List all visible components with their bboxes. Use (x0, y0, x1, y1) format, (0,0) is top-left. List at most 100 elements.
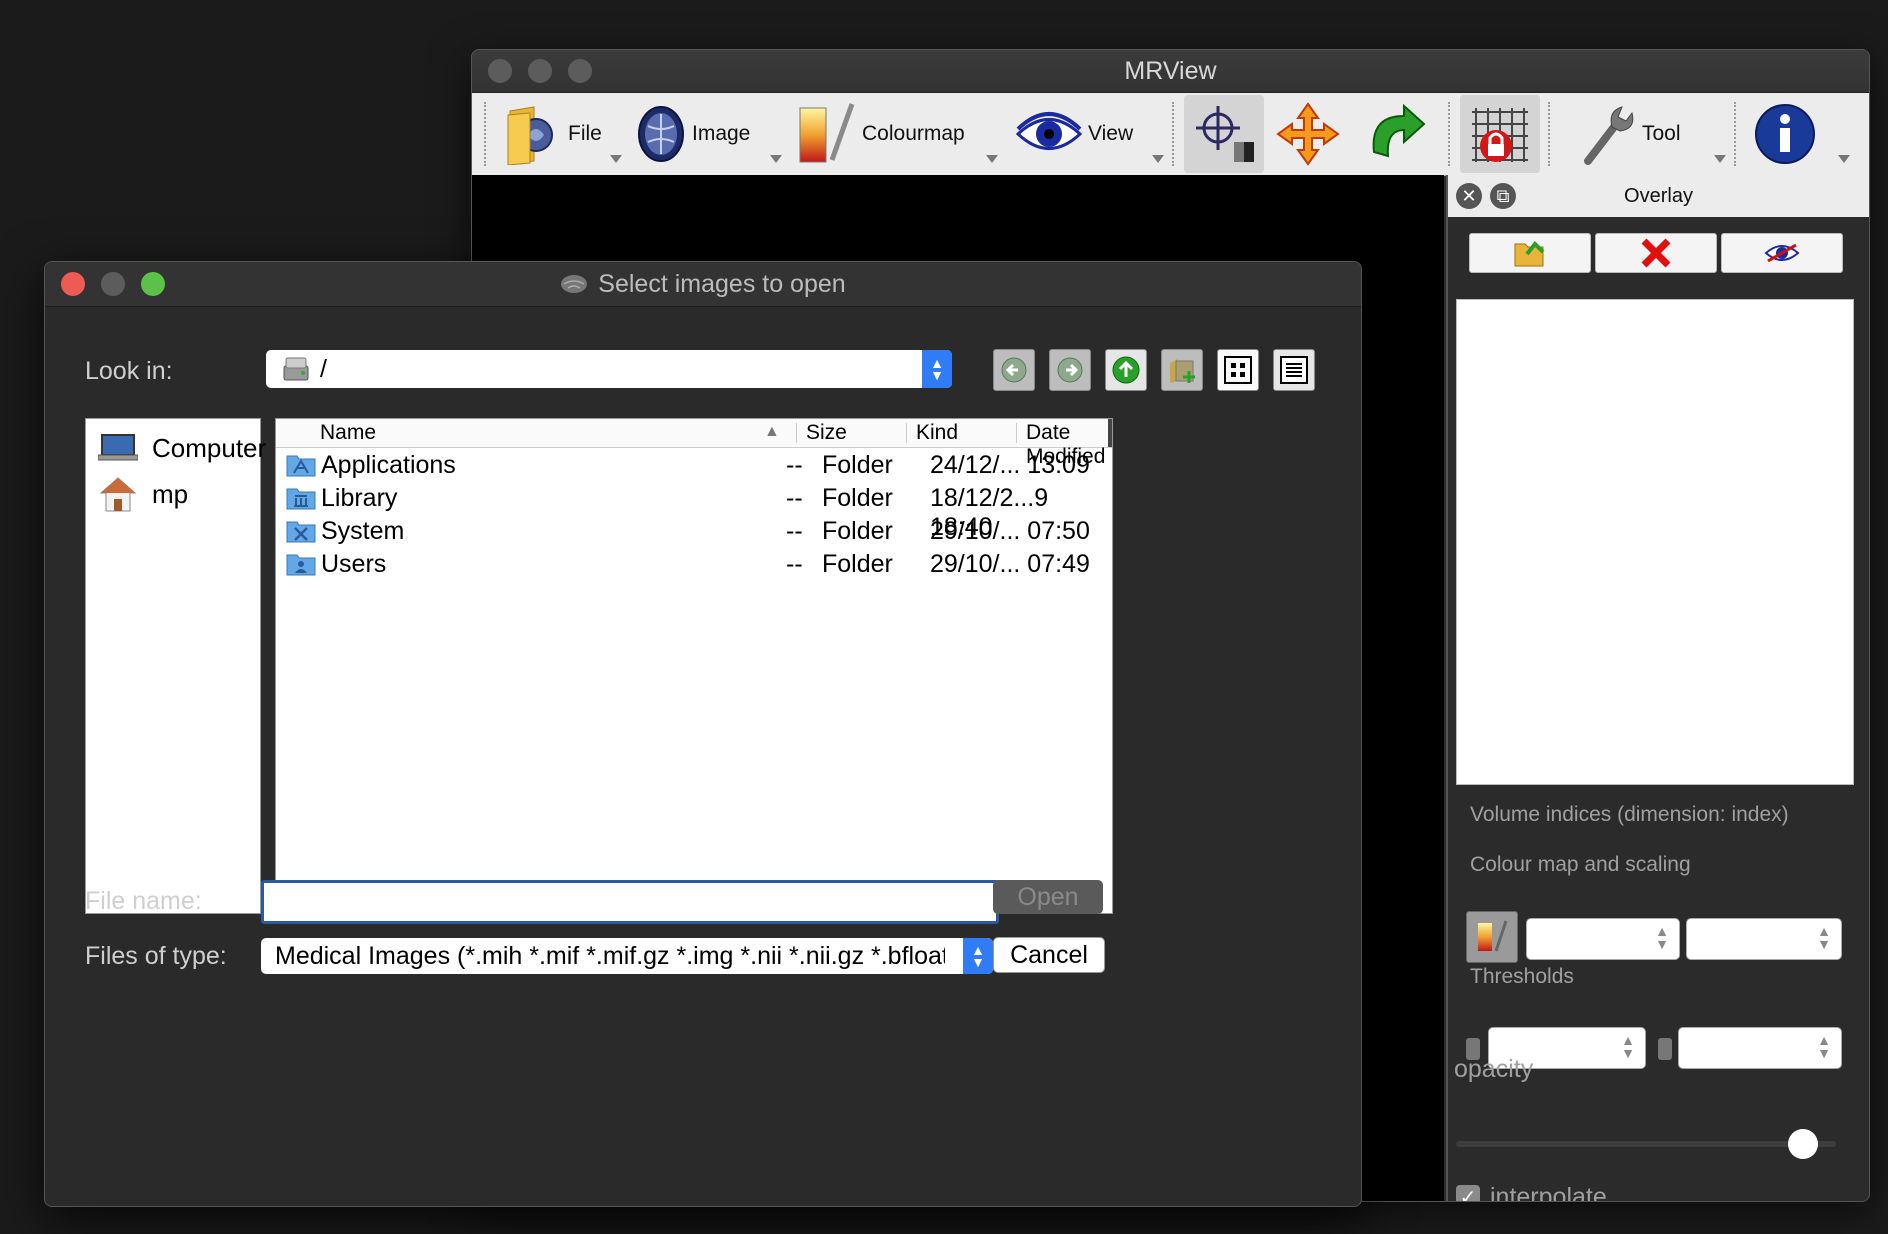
crosshair-icon (1196, 106, 1254, 162)
table-row[interactable]: Library -- Folder 18/12/2...9 18:40 (276, 481, 1112, 541)
brain-image-icon (638, 106, 684, 162)
file-name: System (321, 517, 405, 545)
hide-overlay-button[interactable] (1721, 233, 1843, 273)
file-list-view: Name ▲ Size Kind Date Modified Applicati… (275, 418, 1113, 914)
chevron-down-icon (1838, 155, 1850, 163)
files-of-type-label: Files of type: (85, 942, 227, 970)
file-kind: Folder (822, 451, 893, 479)
file-name: Library (321, 484, 398, 512)
crosshair-tool-button[interactable] (1184, 95, 1264, 173)
colourmap-menu-label: Colourmap (862, 122, 965, 145)
column-header-size[interactable]: Size (806, 421, 847, 445)
info-icon (1755, 104, 1815, 164)
upper-threshold-spinbox[interactable]: ▲ ▼ (1678, 1027, 1842, 1069)
open-overlay-button[interactable] (1469, 233, 1591, 273)
column-header-kind[interactable]: Kind (916, 421, 958, 445)
lock-grid-button[interactable] (1460, 95, 1540, 173)
pan-tool-button[interactable] (1264, 93, 1352, 175)
mrview-titlebar: MRView (472, 50, 1869, 93)
scaling-max-spinbox[interactable]: ▲ ▼ (1686, 918, 1842, 960)
interpolate-checkbox[interactable]: ✓ (1456, 1185, 1480, 1201)
new-folder-button[interactable] (1161, 349, 1203, 391)
overlay-header: ✕ ⧉ Overlay (1448, 175, 1869, 217)
colourmap-select-button[interactable] (1466, 911, 1518, 963)
library-folder-icon (286, 486, 316, 510)
file-name-input[interactable] (261, 880, 999, 924)
overlay-title: Overlay (1624, 184, 1693, 207)
file-date: 24/12/... 13:09 (930, 451, 1090, 479)
file-kind: Folder (822, 484, 893, 512)
look-in-label: Look in: (85, 357, 173, 385)
file-size: -- (786, 517, 803, 545)
file-list-header: Name ▲ Size Kind Date Modified (276, 419, 1112, 468)
table-row[interactable]: System -- Folder 29/10/... 07:50 (276, 514, 1112, 547)
overlay-list[interactable] (1456, 299, 1854, 785)
dialog-titlebar: Select images to open (45, 262, 1361, 307)
opacity-slider-handle[interactable] (1788, 1129, 1818, 1159)
files-of-type-value: Medical Images (*.mih *.mif *.mif.gz *.i… (275, 941, 945, 970)
thresholds-label: Thresholds (1470, 965, 1574, 988)
cancel-button[interactable]: Cancel (993, 937, 1105, 973)
open-button[interactable]: Open (993, 880, 1103, 914)
brain-icon (561, 275, 588, 293)
sidebar-item-label: Computer (152, 432, 267, 463)
move-arrows-icon (1276, 102, 1340, 166)
upper-threshold-checkbox[interactable] (1658, 1038, 1672, 1060)
chevron-down-icon (1714, 155, 1726, 163)
chevron-down-icon (770, 155, 782, 163)
toolbar-separator (1448, 102, 1452, 166)
rotate-tool-button[interactable] (1352, 93, 1440, 175)
file-menu-button[interactable]: File (496, 93, 622, 175)
select-images-dialog: Select images to open Look in: / ▲ ▼ Com… (44, 261, 1362, 1207)
opacity-slider-track[interactable] (1456, 1141, 1836, 1147)
close-overlay-button[interactable] (1595, 233, 1717, 273)
list-view-icon (1280, 356, 1308, 384)
toolbar-separator (1172, 102, 1176, 166)
spin-arrows-icon: ▲ ▼ (1655, 923, 1669, 952)
forward-arrow-icon (1057, 357, 1083, 383)
files-of-type-combobox[interactable]: Medical Images (*.mih *.mif *.mif.gz *.i… (261, 938, 993, 974)
colourmap-menu-button[interactable]: Colourmap (786, 93, 998, 175)
toolbar-separator (1734, 102, 1738, 166)
home-icon (98, 475, 138, 513)
tool-menu-button[interactable]: Tool (1570, 93, 1726, 175)
view-menu-button[interactable]: View (1008, 93, 1164, 175)
up-arrow-icon (1112, 356, 1140, 384)
look-in-value: / (320, 354, 327, 383)
applications-folder-icon (286, 453, 316, 477)
places-sidebar: Computer mp (85, 418, 266, 914)
opacity-label: opacity (1454, 1055, 1534, 1083)
file-name: Applications (321, 451, 456, 479)
sidebar-item-computer[interactable]: Computer (86, 425, 266, 471)
grid-view-icon (1224, 356, 1252, 384)
image-menu-button[interactable]: Image (628, 93, 782, 175)
tool-menu-label: Tool (1642, 122, 1681, 145)
column-header-name[interactable]: Name (320, 421, 376, 445)
file-size: -- (786, 484, 803, 512)
file-name-label: File name: (85, 887, 202, 915)
parent-directory-button[interactable] (1105, 349, 1147, 391)
hard-drive-icon (283, 357, 309, 381)
file-date: 29/10/... 07:49 (930, 550, 1090, 578)
table-row[interactable]: Applications -- Folder 24/12/... 13:09 (276, 448, 1112, 481)
forward-button[interactable] (1049, 349, 1091, 391)
chevron-down-icon (986, 155, 998, 163)
file-size: -- (786, 451, 803, 479)
table-row[interactable]: Users -- Folder 29/10/... 07:49 (276, 547, 1112, 580)
file-menu-label: File (568, 122, 602, 145)
icon-view-button[interactable] (1217, 349, 1259, 391)
file-open-icon (507, 106, 553, 165)
detail-view-button[interactable] (1273, 349, 1315, 391)
back-arrow-icon (1001, 357, 1027, 383)
column-separator (1016, 423, 1017, 443)
scaling-min-spinbox[interactable]: ▲ ▼ (1526, 918, 1680, 960)
spin-arrows-icon: ▲ ▼ (1621, 1032, 1635, 1061)
sidebar-item-mp[interactable]: mp (86, 471, 260, 517)
dialog-title-text: Select images to open (598, 269, 846, 298)
back-button[interactable] (993, 349, 1035, 391)
colourmap-icon (1478, 920, 1508, 952)
mrview-title: MRView (1124, 56, 1217, 85)
file-name: Users (321, 550, 387, 578)
look-in-combobox[interactable]: / ▲ ▼ (266, 350, 952, 388)
info-button[interactable] (1746, 93, 1850, 175)
